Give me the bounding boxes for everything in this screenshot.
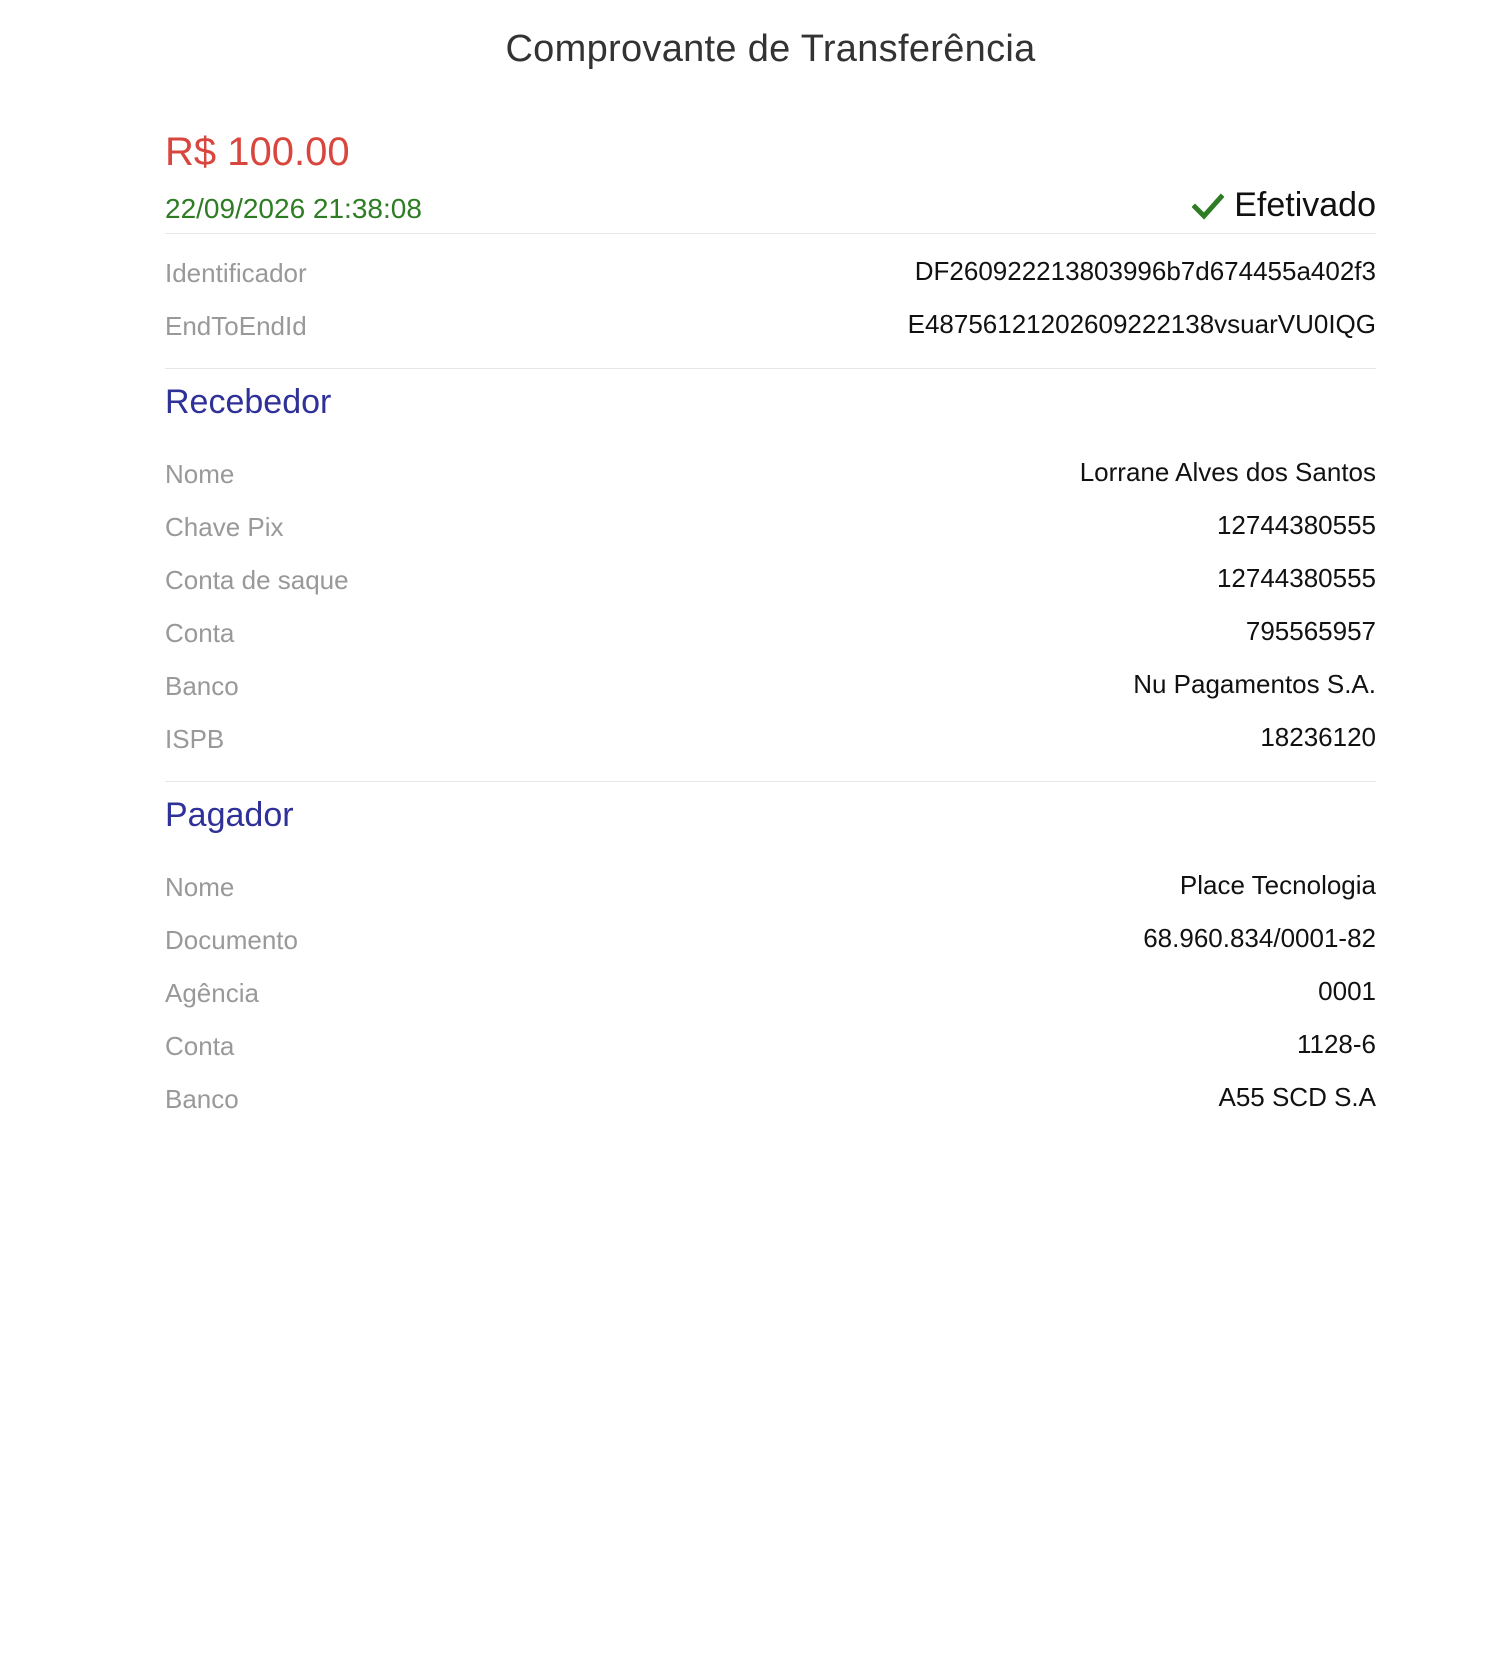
pagador-row-agencia: Agência 0001 <box>165 976 1376 1018</box>
row-label: Chave Pix <box>165 512 284 542</box>
id-row-endtoendid: EndToEndId E48756121202609222138vsuarVU0… <box>165 309 1376 351</box>
recebedor-row-ispb: ISPB 18236120 <box>165 722 1376 764</box>
row-label: Documento <box>165 925 298 955</box>
id-row-identificador: Identificador DF260922213803996b7d674455… <box>165 256 1376 298</box>
row-value: Nu Pagamentos S.A. <box>1133 669 1376 699</box>
status-badge: Efetivado <box>1192 186 1376 225</box>
row-label: Banco <box>165 671 239 701</box>
recebedor-row-banco: Banco Nu Pagamentos S.A. <box>165 669 1376 711</box>
row-value: 795565957 <box>1245 616 1376 646</box>
row-label: Conta <box>165 618 235 648</box>
row-label: Conta <box>165 1031 235 1061</box>
row-label: EndToEndId <box>165 311 307 341</box>
row-value: 0001 <box>1318 976 1376 1006</box>
transfer-amount: R$ 100.00 <box>165 130 350 174</box>
row-value: 18236120 <box>1260 722 1376 752</box>
divider <box>165 781 1376 782</box>
page-title: Comprovante de Transferência <box>505 28 1036 70</box>
recebedor-row-conta: Conta 795565957 <box>165 616 1376 658</box>
row-value: 12744380555 <box>1216 510 1376 540</box>
row-value: DF260922213803996b7d674455a402f3 <box>914 256 1376 286</box>
recebedor-row-chave-pix: Chave Pix 12744380555 <box>165 510 1376 552</box>
row-value: 12744380555 <box>1216 563 1376 593</box>
row-label: Agência <box>165 978 259 1008</box>
row-value: Lorrane Alves dos Santos <box>1079 457 1376 487</box>
recebedor-row-nome: Nome Lorrane Alves dos Santos <box>165 457 1376 499</box>
section-title-recebedor: Recebedor <box>165 383 332 421</box>
recebedor-row-conta-de-saque: Conta de saque 12744380555 <box>165 563 1376 605</box>
section-title-pagador: Pagador <box>165 796 294 834</box>
pagador-row-documento: Documento 68.960.834/0001-82 <box>165 923 1376 965</box>
row-value: 68.960.834/0001-82 <box>1143 923 1376 953</box>
pagador-row-banco: Banco A55 SCD S.A <box>165 1082 1376 1124</box>
checkmark-icon <box>1192 192 1225 220</box>
row-value: A55 SCD S.A <box>1218 1082 1376 1112</box>
row-value: E48756121202609222138vsuarVU0IQG <box>907 309 1376 339</box>
row-label: Conta de saque <box>165 565 349 595</box>
status-label: Efetivado <box>1234 186 1376 224</box>
row-label: Nome <box>165 872 235 902</box>
row-label: ISPB <box>165 724 225 754</box>
pagador-row-conta: Conta 1128-6 <box>165 1029 1376 1071</box>
pagador-row-nome: Nome Place Tecnologia <box>165 870 1376 912</box>
row-label: Nome <box>165 459 235 489</box>
row-label: Banco <box>165 1084 239 1114</box>
row-label: Identificador <box>165 258 307 288</box>
row-value: Place Tecnologia <box>1179 870 1376 900</box>
divider <box>165 368 1376 369</box>
row-value: 1128-6 <box>1296 1029 1376 1059</box>
divider <box>165 233 1376 234</box>
transfer-datetime: 22/09/2026 21:38:08 <box>165 193 422 224</box>
